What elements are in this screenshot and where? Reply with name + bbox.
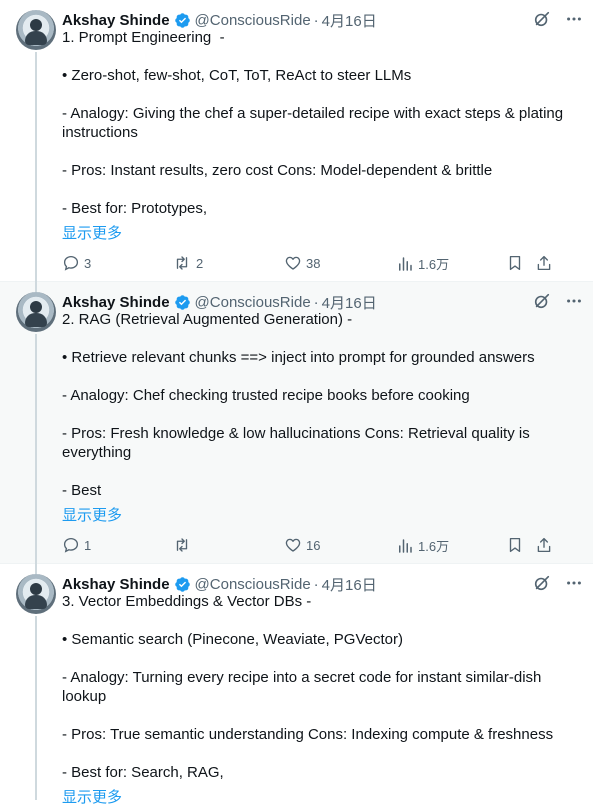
share-button[interactable] [535,536,553,554]
avatar[interactable] [16,292,56,332]
avatar[interactable] [16,574,56,614]
like-icon [285,538,301,552]
bookmark-button[interactable] [506,254,524,272]
author-name[interactable]: Akshay Shinde [62,576,170,593]
like-count: 38 [306,255,321,271]
bookmark-icon [509,255,521,271]
views-icon [399,538,412,553]
views-button[interactable]: 1.6万 [396,536,449,555]
thread-line [35,616,37,800]
reply-count: 3 [84,255,92,271]
reply-icon [63,537,79,553]
more-dots-icon[interactable] [565,10,583,28]
like-icon [285,256,301,270]
tweet-actions: 1 16 1.6万 [62,536,593,556]
tweet-actions: 3 2 38 1.6万 [62,254,593,274]
show-more-link[interactable]: 显示更多 [62,504,122,525]
author-handle[interactable]: @ConsciousRide [195,576,311,593]
repost-count: 2 [196,255,204,271]
tweet-header: Akshay Shinde @ConsciousRide · 4月16日 [62,10,593,30]
grok-icon[interactable] [533,574,551,592]
grok-icon[interactable] [533,10,551,28]
bookmark-icon [509,537,521,553]
thread-line [35,564,37,574]
reply-button[interactable]: 1 [62,536,91,554]
more-dots-icon[interactable] [565,292,583,310]
more-dots-icon[interactable] [565,574,583,592]
tweet-1[interactable]: Akshay Shinde @ConsciousRide · 4月16日 1. … [0,0,593,282]
reply-button[interactable]: 3 [62,254,91,272]
show-more-link[interactable]: 显示更多 [62,786,122,807]
verified-badge-icon [174,12,191,29]
reply-icon [63,255,79,271]
show-more-link[interactable]: 显示更多 [62,222,122,243]
repost-icon [176,256,188,270]
repost-icon [176,538,188,552]
author-handle[interactable]: @ConsciousRide [195,12,311,29]
views-count: 1.6万 [418,257,450,272]
views-icon [399,256,412,271]
author-name[interactable]: Akshay Shinde [62,12,170,29]
tweet-text: 2. RAG (Retrieval Augmented Generation) … [62,311,535,499]
verified-badge-icon [174,576,191,593]
tweet-2[interactable]: Akshay Shinde @ConsciousRide · 4月16日 2. … [0,282,593,564]
thread-line [35,282,37,292]
tweet-3[interactable]: Akshay Shinde @ConsciousRide · 4月16日 3. … [0,564,593,806]
like-button[interactable]: 16 [284,536,320,554]
author-handle[interactable]: @ConsciousRide [195,294,311,311]
like-count: 16 [306,537,321,553]
separator: · [313,575,319,593]
tweet-header: Akshay Shinde @ConsciousRide · 4月16日 [62,292,593,312]
avatar[interactable] [16,10,56,50]
like-button[interactable]: 38 [284,254,320,272]
views-button[interactable]: 1.6万 [396,254,449,273]
tweet-text: 1. Prompt Engineering - • Zero-shot, few… [62,29,564,217]
tweet-header: Akshay Shinde @ConsciousRide · 4月16日 [62,574,593,594]
share-icon [537,255,551,271]
thread-line [35,334,37,564]
verified-badge-icon [174,294,191,311]
views-count: 1.6万 [418,539,450,554]
thread-line [35,52,37,282]
bookmark-button[interactable] [506,536,524,554]
author-name[interactable]: Akshay Shinde [62,294,170,311]
share-icon [537,537,551,553]
separator: · [313,11,319,29]
separator: · [313,293,319,311]
repost-button[interactable] [172,536,196,554]
tweet-text: 3. Vector Embeddings & Vector DBs - • Se… [62,593,554,781]
grok-icon[interactable] [533,292,551,310]
reply-count: 1 [84,537,92,553]
share-button[interactable] [535,254,553,272]
repost-button[interactable]: 2 [172,254,203,272]
